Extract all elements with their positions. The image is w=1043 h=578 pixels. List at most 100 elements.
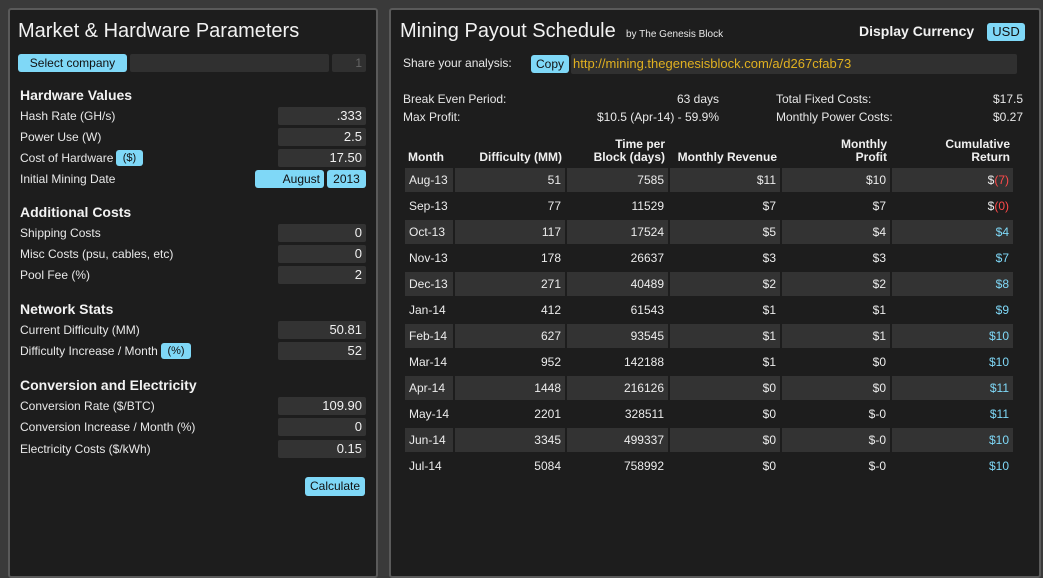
cell-month: Jan-14 (409, 303, 446, 317)
col-header-profit: Monthly Profit (841, 137, 887, 164)
cell-difficulty: 3345 (455, 428, 565, 452)
difficulty-input[interactable]: 50.81 (278, 321, 366, 339)
cell-time-per-block: 17524 (567, 220, 668, 244)
return-value: (7) (994, 173, 1009, 187)
cell-cumulative-return: $10 (892, 428, 1013, 452)
shipping-input[interactable]: 0 (278, 224, 366, 242)
return-value: $4 (995, 225, 1009, 239)
electricity-input[interactable]: 0.15 (278, 440, 366, 458)
cell-monthly-profit: $-0 (782, 428, 890, 452)
cell-time-per-block: 7585 (567, 168, 668, 192)
break-even-label: Break Even Period: (403, 92, 507, 106)
cell-time-per-block: 40489 (567, 272, 668, 296)
table-row: Aug-13 51 7585 $11 $10 $(7) (405, 168, 1013, 192)
electricity-label: Electricity Costs ($/kWh) (20, 442, 151, 456)
return-value: $10 (988, 355, 1009, 369)
cell-time-per-block: 26637 (630, 251, 664, 265)
cell-monthly-profit: $1 (872, 303, 886, 317)
cell-month: Apr-14 (405, 376, 453, 400)
copy-button[interactable]: Copy (531, 55, 569, 73)
cell-time-per-block: 93545 (567, 324, 668, 348)
return-value: $10 (988, 433, 1009, 447)
cell-month: Oct-13 (405, 220, 453, 244)
select-company-button[interactable]: Select company (18, 54, 127, 72)
cell-monthly-profit: $0 (872, 355, 886, 369)
cell-monthly-revenue: $11 (670, 168, 780, 192)
hash-rate-input[interactable]: .333 (278, 107, 366, 125)
col-header-return: Cumulative Return (945, 137, 1010, 164)
payout-schedule-panel: Mining Payout Schedule by The Genesis Bl… (389, 8, 1041, 578)
panel-title: Market & Hardware Parameters (18, 20, 300, 42)
max-profit-label: Max Profit: (403, 110, 461, 124)
share-url-field[interactable]: http://mining.thegenesisblock.com/a/d267… (571, 54, 1017, 74)
cell-month: Mar-14 (409, 355, 448, 369)
cell-monthly-profit: $0 (782, 376, 890, 400)
power-costs-value: $0.27 (992, 110, 1023, 124)
cell-cumulative-return: $10 (892, 350, 1013, 374)
cell-time-per-block: 499337 (567, 428, 668, 452)
cell-difficulty: 2201 (534, 407, 561, 421)
table-row: Jan-14 412 61543 $1 $1 $9 (405, 298, 1013, 322)
additional-costs-heading: Additional Costs (20, 204, 132, 220)
power-use-input[interactable]: 2.5 (278, 128, 366, 146)
cell-month: Dec-13 (405, 272, 453, 296)
hash-rate-label: Hash Rate (GH/s) (20, 109, 116, 123)
cell-cumulative-return: $9 (892, 298, 1013, 322)
display-currency-label: Display Currency (859, 23, 975, 39)
cell-month: Jun-14 (405, 428, 453, 452)
initial-year-select[interactable]: 2013 (327, 170, 366, 188)
table-body: Aug-13 51 7585 $11 $10 $(7) Sep-13 77 11529 $7 $7 $… (405, 168, 1013, 478)
cell-monthly-revenue: $5 (670, 220, 780, 244)
company-select-field[interactable] (130, 54, 329, 72)
cell-cumulative-return: $11 (892, 376, 1013, 400)
cell-difficulty: 77 (547, 199, 561, 213)
cell-time-per-block: 61543 (630, 303, 664, 317)
cell-cumulative-return: $8 (892, 272, 1013, 296)
cell-monthly-profit: $7 (872, 199, 886, 213)
share-url-link[interactable]: http://mining.thegenesisblock.com/a/d267… (573, 56, 851, 71)
difficulty-percent-button[interactable]: (%) (161, 343, 191, 359)
difficulty-increase-input[interactable]: 52 (278, 342, 366, 360)
cost-currency-button[interactable]: ($) (116, 150, 143, 166)
misc-costs-input[interactable]: 0 (278, 245, 366, 263)
power-use-label: Power Use (W) (20, 130, 102, 144)
cell-month: Sep-13 (409, 199, 448, 213)
table-row: Feb-14 627 93545 $1 $1 $10 (405, 324, 1013, 348)
cell-difficulty: 178 (540, 251, 561, 265)
cell-month: May-14 (409, 407, 450, 421)
misc-costs-label: Misc Costs (psu, cables, etc) (20, 247, 174, 261)
col-header-time: Time per Block (days) (593, 137, 665, 164)
currency-select-button[interactable]: USD (987, 23, 1025, 41)
table-row: Nov-13 178 26637 $3 $3 $7 (405, 246, 1013, 270)
cell-monthly-profit: $4 (782, 220, 890, 244)
return-value: $9 (995, 303, 1009, 317)
difficulty-increase-label: Difficulty Increase / Month (20, 344, 158, 358)
fixed-costs-value: $17.5 (992, 92, 1023, 106)
calculate-button[interactable]: Calculate (305, 477, 365, 496)
conversion-rate-input[interactable]: 109.90 (278, 397, 366, 415)
cell-monthly-revenue: $0 (762, 407, 776, 421)
conversion-increase-input[interactable]: 0 (278, 418, 366, 436)
cell-difficulty: 5084 (534, 459, 561, 473)
return-value: $11 (989, 407, 1009, 421)
cell-difficulty: 1448 (455, 376, 565, 400)
cell-difficulty: 51 (455, 168, 565, 192)
power-costs-label: Monthly Power Costs: (776, 110, 893, 124)
return-value: $10 (988, 329, 1009, 343)
payout-table: Month Difficulty (MM) Time per Block (day… (403, 134, 1015, 480)
table-row: Apr-14 1448 216126 $0 $0 $11 (405, 376, 1013, 400)
pool-fee-input[interactable]: 2 (278, 266, 366, 284)
table-row: Jul-14 5084 758992 $0 $-0 $10 (405, 454, 1013, 478)
conversion-increase-label: Conversion Increase / Month (%) (20, 420, 196, 434)
table-row: Jun-14 3345 499337 $0 $-0 $10 (405, 428, 1013, 452)
cell-monthly-profit: $-0 (868, 459, 886, 473)
pool-fee-label: Pool Fee (%) (20, 268, 91, 282)
network-stats-heading: Network Stats (20, 301, 114, 317)
cost-hardware-input[interactable]: 17.50 (278, 149, 366, 167)
hardware-heading: Hardware Values (20, 87, 133, 103)
cell-monthly-revenue: $2 (670, 272, 780, 296)
byline: by The Genesis Block (626, 29, 724, 40)
fixed-costs-label: Total Fixed Costs: (776, 92, 872, 106)
initial-month-select[interactable]: August (255, 170, 324, 188)
cell-monthly-profit: $3 (872, 251, 886, 265)
